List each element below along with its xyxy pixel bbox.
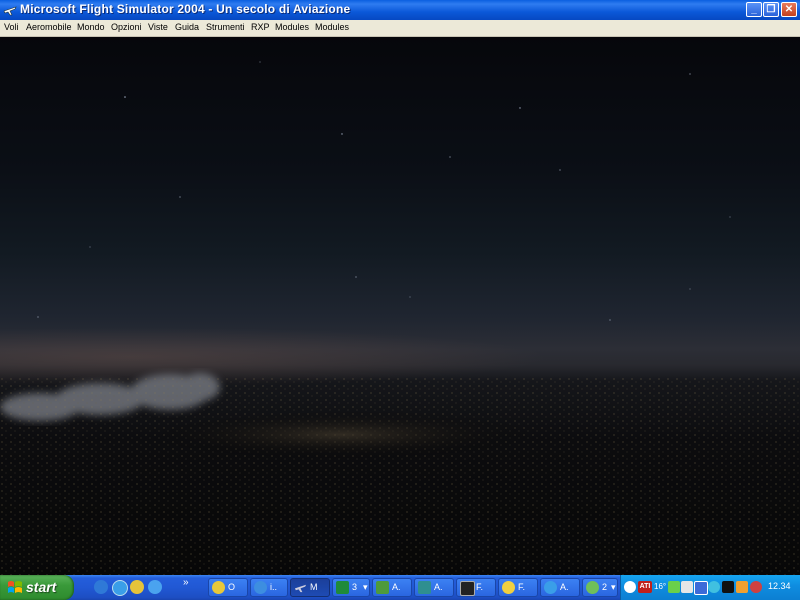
flight-view[interactable] — [0, 37, 800, 575]
menu-viste[interactable]: Viste — [148, 22, 168, 32]
task-button-a3[interactable]: A. — [540, 578, 580, 597]
menu-bar: Voli Aeromobile Mondo Opzioni Viste Guid… — [0, 20, 800, 37]
monitor-icon[interactable] — [681, 581, 693, 593]
excel-icon — [336, 581, 349, 594]
start-button[interactable]: start — [0, 575, 74, 600]
group-arrow-icon: ▾ — [363, 582, 368, 592]
task-label: A. — [392, 582, 401, 592]
task-label: M — [310, 582, 318, 592]
task-label: F. — [476, 582, 484, 592]
task-button-excel-group[interactable]: 3 ▾ — [332, 578, 370, 597]
city-lights-ground — [0, 377, 800, 575]
app-icon — [212, 581, 225, 594]
group-arrow-icon: ▾ — [611, 582, 616, 592]
task-button-i[interactable]: i.. — [250, 578, 288, 597]
speaker-icon[interactable] — [694, 581, 708, 595]
task-label: F. — [518, 582, 526, 592]
task-button-flightsim[interactable]: M — [290, 578, 330, 597]
clock[interactable]: 12.34 — [768, 581, 791, 591]
network-icon[interactable] — [624, 581, 636, 593]
menu-guida[interactable]: Guida — [175, 22, 199, 32]
title-bar[interactable]: Microsoft Flight Simulator 2004 - Un sec… — [0, 0, 800, 20]
taskbar: start » O i.. M 3 ▾ A. A. F. F. A. 2 ▾ A… — [0, 575, 800, 600]
task-label: O — [228, 582, 236, 592]
plane-icon — [294, 584, 307, 593]
menu-strumenti[interactable]: Strumenti — [206, 22, 245, 32]
app-tray-icon[interactable] — [722, 581, 734, 593]
task-label: 2 — [602, 582, 608, 592]
temperature-readout[interactable]: 16° — [654, 581, 668, 593]
menu-modules-1[interactable]: Modules — [275, 22, 309, 32]
start-label: start — [26, 579, 57, 595]
task-button-f1[interactable]: F. — [456, 578, 496, 597]
task-button-a1[interactable]: A. — [372, 578, 412, 597]
messenger-icon[interactable] — [708, 581, 720, 593]
quicklaunch-browser-icon[interactable] — [148, 580, 162, 594]
menu-modules-2[interactable]: Modules — [315, 22, 349, 32]
quicklaunch-chevron[interactable]: » — [183, 577, 189, 588]
quicklaunch-ie-icon[interactable] — [112, 580, 128, 596]
ie-icon — [544, 581, 557, 594]
task-button-o[interactable]: O — [208, 578, 248, 597]
menu-rxp[interactable]: RXP — [251, 22, 270, 32]
night-sky-stars — [37, 61, 731, 321]
browser-icon — [254, 581, 267, 594]
menu-voli[interactable]: Voli — [4, 22, 19, 32]
quicklaunch-desktop-icon[interactable] — [94, 580, 108, 594]
restore-button[interactable]: ❐ — [763, 2, 779, 17]
menu-aeromobile[interactable]: Aeromobile — [26, 22, 72, 32]
menu-opzioni[interactable]: Opzioni — [111, 22, 142, 32]
quicklaunch-app-icon[interactable] — [130, 580, 144, 594]
minimize-button[interactable]: _ — [746, 2, 762, 17]
task-label: 3 — [352, 582, 358, 592]
update-icon[interactable] — [736, 581, 748, 593]
plane-icon — [3, 6, 17, 16]
green-app-icon — [376, 581, 389, 594]
task-label: A. — [434, 582, 443, 592]
group-icon — [586, 581, 599, 594]
menu-mondo[interactable]: Mondo — [77, 22, 105, 32]
terminal-icon — [460, 581, 475, 596]
task-button-group-2[interactable]: 2 ▾ — [582, 578, 618, 597]
task-button-f2[interactable]: F. — [498, 578, 538, 597]
yellow-circle-icon — [502, 581, 515, 594]
security-icon[interactable] — [668, 581, 680, 593]
teal-app-icon — [418, 581, 431, 594]
window-title: Microsoft Flight Simulator 2004 - Un sec… — [20, 2, 351, 16]
task-label: i.. — [270, 582, 278, 592]
windows-logo-icon — [8, 581, 22, 593]
close-button[interactable]: ✕ — [781, 2, 797, 17]
task-label: A. — [560, 582, 569, 592]
antivirus-icon[interactable] — [750, 581, 762, 593]
task-button-a2[interactable]: A. — [414, 578, 454, 597]
ati-icon[interactable]: ATI — [638, 581, 652, 593]
